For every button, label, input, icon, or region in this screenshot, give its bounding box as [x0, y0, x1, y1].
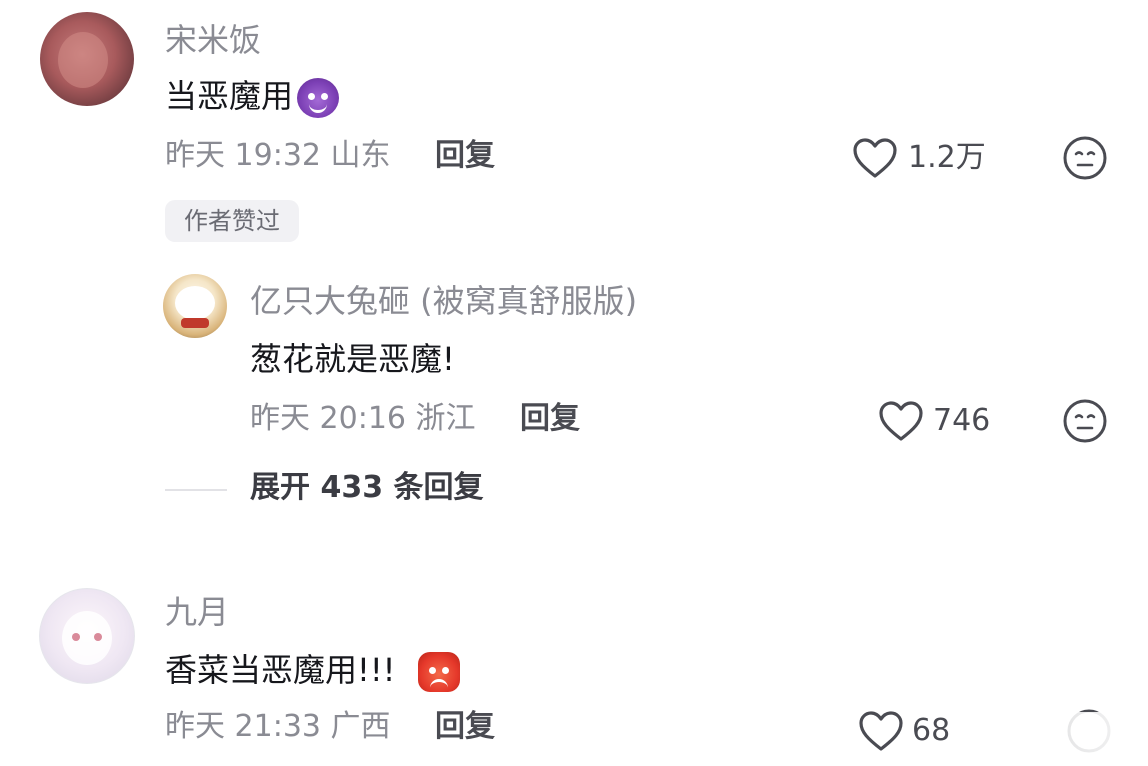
comment-location: 山东 — [330, 138, 391, 173]
like-heart-icon[interactable] — [878, 400, 924, 442]
smiling-devil-emoji — [297, 78, 340, 118]
avatar[interactable] — [40, 12, 134, 106]
comment-text: 香菜当恶魔用!!! — [165, 651, 396, 689]
comment-username[interactable]: 九月 — [165, 596, 229, 628]
dislike-face-icon[interactable] — [1062, 135, 1108, 181]
comment-meta: 昨天 19:32 山东 — [165, 141, 391, 171]
dislike-face-icon[interactable] — [1062, 398, 1108, 444]
watermark-overlay — [945, 712, 1148, 758]
comment-meta: 昨天 21:33 广西 — [165, 712, 391, 742]
comment-text-row: 当恶魔用 — [165, 77, 340, 118]
comment-time: 昨天 21:33 — [165, 709, 321, 744]
reply-text: 葱花就是恶魔! — [250, 340, 455, 378]
comment-location: 广西 — [330, 709, 391, 744]
expand-replies-button[interactable]: 展开 433 条回复 — [250, 473, 484, 503]
reply-location: 浙江 — [415, 401, 476, 436]
reply-time: 昨天 20:16 — [250, 401, 406, 436]
comment-username[interactable]: 宋米饭 — [165, 24, 261, 56]
like-count: 746 — [933, 403, 991, 438]
comment-time: 昨天 19:32 — [165, 138, 321, 173]
avatar[interactable] — [163, 274, 227, 338]
divider — [165, 489, 227, 491]
like-heart-icon[interactable] — [852, 137, 898, 179]
like-heart-icon[interactable] — [858, 710, 904, 752]
reply-meta: 昨天 20:16 浙江 — [250, 404, 476, 434]
reply-username[interactable]: 亿只大兔砸 (被窝真舒服版) — [250, 285, 637, 317]
angry-devil-emoji — [417, 652, 460, 692]
like-count: 1.2万 — [908, 140, 986, 175]
author-liked-badge: 作者赞过 — [165, 200, 299, 242]
comment-section: 宋米饭 当恶魔用 昨天 19:32 山东 回复 1.2万 作者赞过 亿只大兔砸 … — [0, 0, 1148, 766]
avatar[interactable] — [39, 588, 135, 684]
comment-text: 当恶魔用 — [165, 77, 294, 115]
reply-button[interactable]: 回复 — [520, 404, 580, 434]
comment-text-row: 香菜当恶魔用!!! — [165, 652, 460, 692]
reply-button[interactable]: 回复 — [435, 141, 495, 171]
reply-button[interactable]: 回复 — [435, 712, 495, 742]
